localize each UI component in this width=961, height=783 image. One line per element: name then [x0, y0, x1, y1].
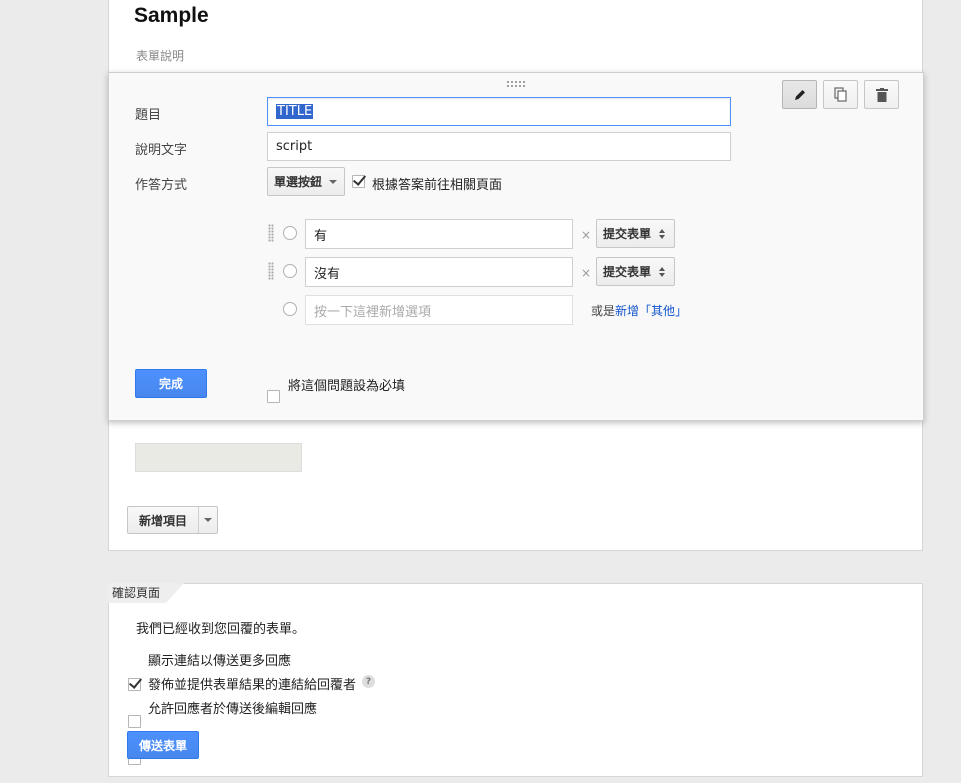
- question-type-label: 作答方式: [135, 178, 188, 193]
- chevron-down-icon: [204, 518, 212, 522]
- done-button[interactable]: 完成: [135, 369, 207, 398]
- publish-results-label: 發佈並提供表單結果的連結給回覆者: [148, 678, 357, 693]
- option-radio: [283, 264, 297, 278]
- question-title-value: TITLE: [276, 104, 314, 119]
- remove-option-icon[interactable]: ×: [581, 228, 591, 242]
- add-other-link[interactable]: 新增「其他」: [615, 302, 687, 319]
- question-title-input[interactable]: TITLE: [267, 97, 731, 126]
- page-break-placeholder: [135, 443, 302, 472]
- chevron-down-icon: [329, 179, 338, 184]
- required-label: 將這個問題設為必填: [288, 379, 406, 394]
- option-radio: [283, 226, 297, 240]
- remove-option-icon[interactable]: ×: [581, 266, 591, 280]
- confirmation-message[interactable]: 我們已經收到您回覆的表單。: [136, 618, 305, 637]
- question-type-dropdown[interactable]: 單選按鈕: [267, 167, 345, 196]
- option-input[interactable]: 沒有: [305, 257, 573, 287]
- option-goto-select[interactable]: 提交表單: [596, 219, 675, 248]
- help-text-label: 說明文字: [135, 143, 188, 158]
- add-item-button[interactable]: 新增項目: [127, 506, 218, 534]
- pencil-icon: [794, 89, 805, 100]
- updown-arrows-icon: [659, 266, 666, 277]
- drag-handle-icon[interactable]: [506, 80, 526, 88]
- show-link-checkbox[interactable]: [128, 678, 141, 691]
- question-title-label: 題目: [135, 108, 162, 123]
- option-drag-handle-icon[interactable]: [268, 224, 274, 242]
- form-title[interactable]: Sample: [134, 4, 209, 28]
- form-description[interactable]: 表單說明: [136, 47, 184, 64]
- delete-button[interactable]: [864, 80, 899, 109]
- goto-page-label: 根據答案前往相關頁面: [372, 178, 503, 193]
- help-icon[interactable]: ?: [362, 675, 375, 688]
- option-goto-select[interactable]: 提交表單: [596, 257, 675, 286]
- duplicate-icon: [833, 86, 847, 102]
- updown-arrows-icon: [659, 228, 666, 239]
- option-input[interactable]: 有: [305, 219, 573, 249]
- add-item-dropdown[interactable]: [199, 507, 217, 533]
- required-checkbox[interactable]: [267, 390, 280, 403]
- show-link-label: 顯示連結以傳送更多回應: [148, 654, 292, 669]
- option-drag-handle-icon[interactable]: [268, 262, 274, 280]
- duplicate-button[interactable]: [823, 80, 858, 109]
- question-type-value: 單選按鈕: [274, 175, 323, 189]
- option-goto-value: 提交表單: [603, 265, 652, 279]
- help-text-input[interactable]: script: [267, 132, 731, 161]
- add-item-label[interactable]: 新增項目: [128, 507, 199, 533]
- new-option-input[interactable]: 按一下這裡新增選項: [305, 295, 573, 325]
- send-form-button[interactable]: 傳送表單: [127, 731, 199, 759]
- add-other-prefix: 或是: [591, 304, 616, 318]
- edit-button[interactable]: [782, 80, 817, 109]
- publish-results-checkbox[interactable]: [128, 715, 141, 728]
- goto-page-checkbox[interactable]: [352, 175, 365, 188]
- new-option-radio: [283, 302, 297, 316]
- trash-icon: [875, 87, 888, 102]
- option-goto-value: 提交表單: [603, 227, 652, 241]
- allow-edit-label: 允許回應者於傳送後編輯回應: [148, 702, 318, 717]
